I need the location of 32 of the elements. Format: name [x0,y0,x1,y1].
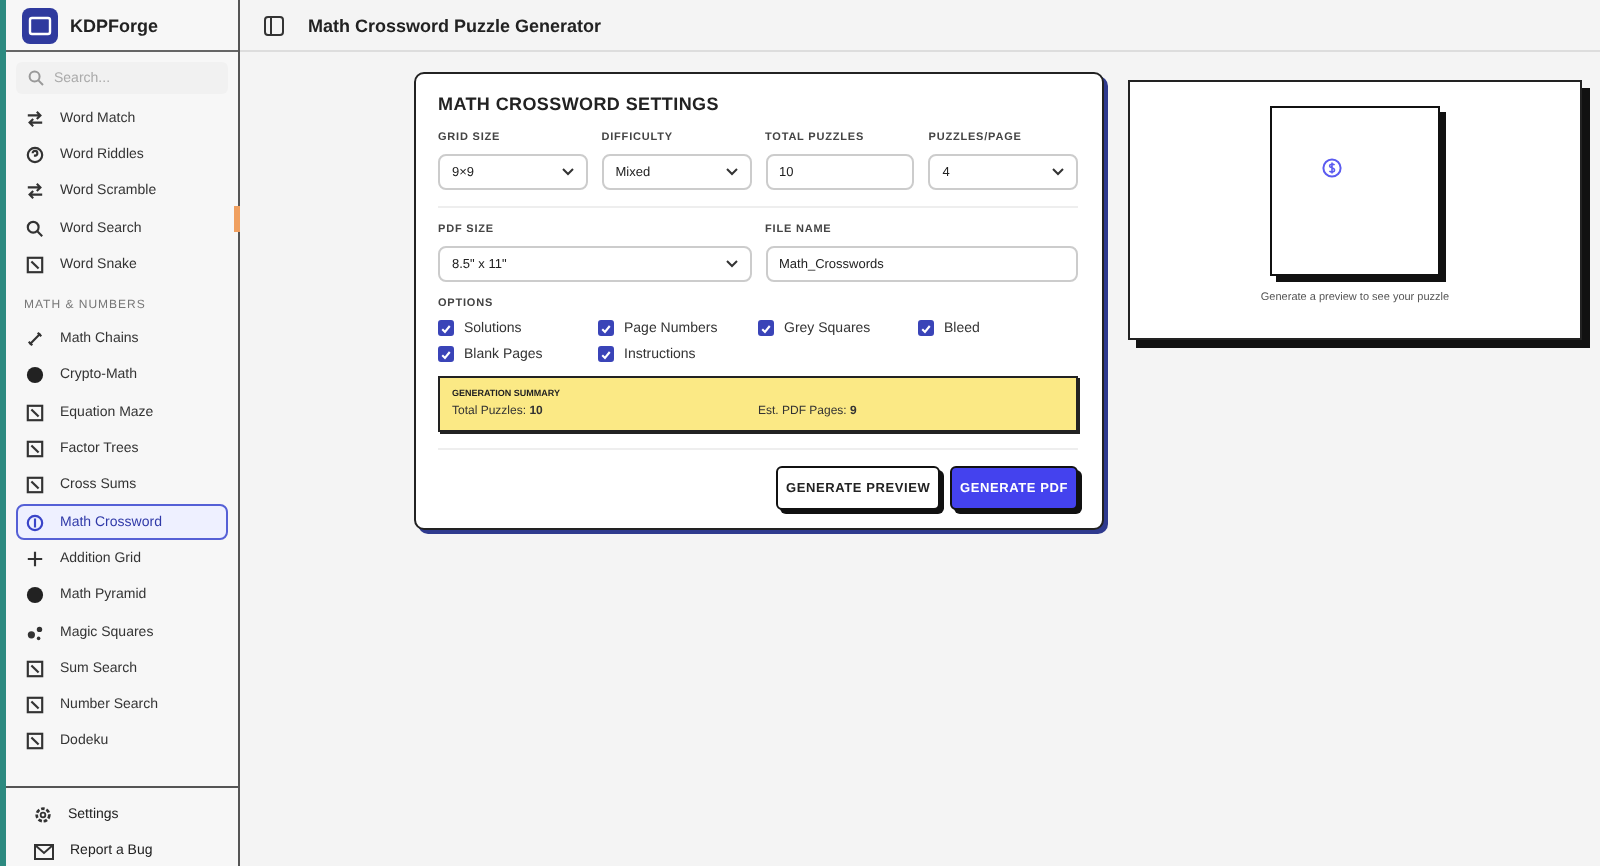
chevron-icon [1052,168,1064,176]
checkbox[interactable] [598,346,614,362]
square-icon [26,255,44,274]
scrollbar-thumb[interactable] [234,206,240,232]
checkbox[interactable] [438,320,454,336]
zoom-icon [26,219,44,238]
envelope-icon [34,843,54,859]
square-icon [26,696,44,715]
chevron-icon [725,168,737,176]
square-icon [26,476,44,495]
square-icon [26,440,44,459]
checkbox[interactable] [918,320,934,336]
swap-icon [26,182,44,201]
swap-icon [26,109,44,128]
plus-icon [26,549,44,568]
logo-icon [22,7,58,43]
square-icon [26,403,44,422]
chevron-icon [561,168,574,176]
sidebar-toggle-icon[interactable] [264,15,284,35]
chevron-icon [725,260,737,268]
square-icon [26,732,44,751]
square-icon [26,659,44,678]
checkbox[interactable] [438,346,454,362]
dot-icon [26,366,44,385]
dot-icon [26,586,44,605]
checkbox[interactable] [598,320,614,336]
card-title: MATH CROSSWORD SETTINGS [438,94,721,114]
page-title: Math Crossword Puzzle Generator [308,15,602,35]
settings-icon [34,806,52,824]
checkbox[interactable] [758,320,774,336]
question-icon [26,145,44,164]
app-name: KDPForge [70,15,159,35]
